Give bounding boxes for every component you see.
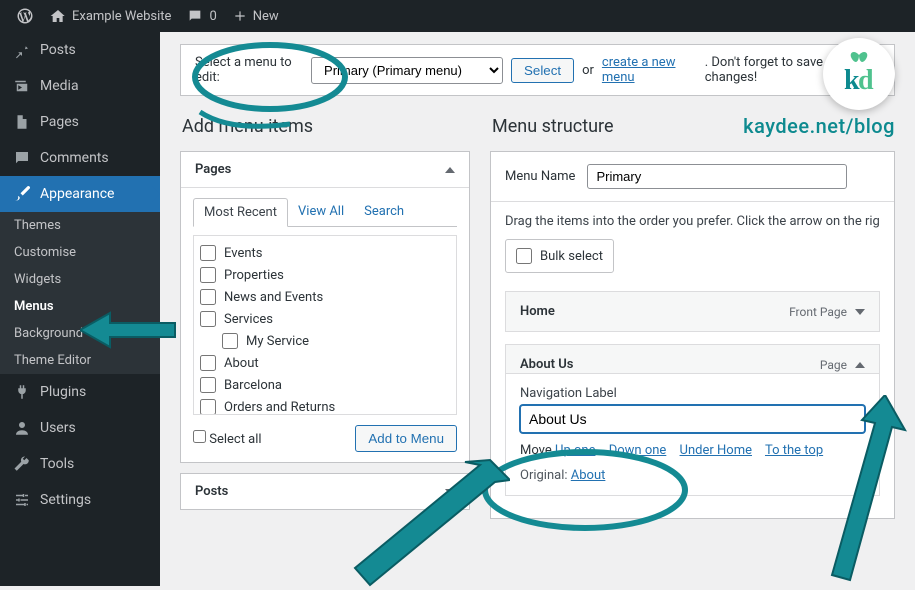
sidebar-label: Appearance: [40, 186, 114, 202]
tab-view-all[interactable]: View All: [288, 198, 354, 226]
page-checkbox-row[interactable]: My Service: [198, 330, 452, 352]
page-checkbox-row[interactable]: Barcelona: [198, 374, 452, 396]
comments-count: 0: [209, 9, 216, 24]
kd-logo-badge: k d: [823, 38, 895, 110]
chevron-up-icon: [445, 167, 455, 173]
sidebar-label: Comments: [40, 150, 109, 166]
menu-item-home[interactable]: Home Front Page: [505, 291, 880, 332]
wordpress-icon: [16, 7, 34, 25]
page-checkbox[interactable]: [200, 267, 216, 283]
pages-panel-toggle[interactable]: Pages: [181, 152, 469, 188]
brush-icon: [12, 184, 32, 204]
bulk-select-row[interactable]: Bulk select: [505, 239, 614, 273]
pages-checklist[interactable]: Events Properties News and Events Servic…: [193, 235, 457, 415]
sidebar-item-posts[interactable]: Posts: [0, 32, 160, 68]
svg-text:d: d: [858, 65, 874, 96]
new-content-link[interactable]: New: [225, 0, 287, 32]
sidebar-item-tools[interactable]: Tools: [0, 446, 160, 482]
user-icon: [12, 418, 32, 438]
sidebar-sub-widgets[interactable]: Widgets: [0, 266, 160, 293]
site-home-link[interactable]: Example Website: [42, 0, 179, 32]
site-name: Example Website: [72, 9, 171, 24]
page-checkbox[interactable]: [200, 311, 216, 327]
wp-logo[interactable]: [8, 0, 42, 32]
bulk-select-label: Bulk select: [540, 249, 603, 264]
sidebar-label: Settings: [40, 492, 91, 508]
menu-name-input[interactable]: [587, 164, 847, 189]
watermark: k d kaydee.net/blog: [743, 38, 895, 138]
page-checkbox-row[interactable]: News and Events: [198, 286, 452, 308]
select-button[interactable]: Select: [511, 58, 574, 83]
sidebar-item-settings[interactable]: Settings: [0, 482, 160, 518]
sidebar-sub-themes[interactable]: Themes: [0, 212, 160, 239]
sidebar-sub-customise[interactable]: Customise: [0, 239, 160, 266]
annotation-arrow-menus: [80, 305, 180, 355]
sliders-icon: [12, 490, 32, 510]
new-label: New: [253, 9, 279, 24]
page-checkbox[interactable]: [200, 377, 216, 393]
annotation-circle-select: [170, 32, 360, 142]
page-checkbox[interactable]: [200, 245, 216, 261]
comment-icon: [12, 148, 32, 168]
pages-tabs: Most Recent View All Search: [193, 198, 457, 227]
sidebar-item-media[interactable]: Media: [0, 68, 160, 104]
menu-name-label: Menu Name: [505, 169, 575, 184]
page-checkbox-row[interactable]: Services: [198, 308, 452, 330]
or-text: or: [582, 63, 594, 78]
annotation-arrow-navlabel: [310, 450, 510, 590]
home-icon: [50, 8, 66, 24]
sidebar-label: Posts: [40, 42, 76, 58]
drag-instructions: Drag the items into the order you prefer…: [505, 214, 880, 229]
page-checkbox[interactable]: [200, 289, 216, 305]
page-checkbox-row[interactable]: Events: [198, 242, 452, 264]
sidebar-label: Plugins: [40, 384, 86, 400]
page-checkbox-row[interactable]: Orders and Returns: [198, 396, 452, 415]
sidebar-item-users[interactable]: Users: [0, 410, 160, 446]
page-checkbox-row[interactable]: Properties: [198, 264, 452, 286]
pin-icon: [12, 40, 32, 60]
menu-item-type: Front Page: [789, 305, 847, 319]
comments-link[interactable]: 0: [179, 0, 224, 32]
bulk-select-checkbox[interactable]: [516, 248, 532, 264]
select-all-checkbox[interactable]: [193, 430, 206, 443]
plug-icon: [12, 382, 32, 402]
comment-icon: [187, 8, 203, 24]
chevron-down-icon: [855, 309, 865, 315]
plus-icon: [233, 9, 247, 23]
page-checkbox[interactable]: [200, 355, 216, 371]
annotation-arrow-expand: [800, 395, 910, 585]
sidebar-label: Media: [40, 78, 79, 94]
sidebar-label: Tools: [40, 456, 74, 472]
watermark-url: kaydee.net/blog: [743, 114, 895, 138]
page-checkbox-row[interactable]: About: [198, 352, 452, 374]
kd-logo-icon: k d: [834, 49, 884, 99]
add-to-menu-button[interactable]: Add to Menu: [355, 425, 457, 452]
posts-panel-title: Posts: [195, 484, 228, 499]
sidebar-item-comments[interactable]: Comments: [0, 140, 160, 176]
media-icon: [12, 76, 32, 96]
admin-topbar: Example Website 0 New: [0, 0, 915, 32]
menu-item-title: Home: [520, 304, 555, 319]
page-checkbox[interactable]: [200, 399, 216, 415]
chevron-up-icon: [855, 362, 865, 368]
select-all-row[interactable]: Select all: [193, 430, 262, 447]
page-checkbox[interactable]: [222, 333, 238, 349]
pages-panel-title: Pages: [195, 162, 231, 177]
sidebar-label: Pages: [40, 114, 79, 130]
sidebar-item-pages[interactable]: Pages: [0, 104, 160, 140]
wrench-icon: [12, 454, 32, 474]
create-menu-link[interactable]: create a new menu: [602, 55, 697, 85]
menu-item-type: Page: [820, 358, 847, 372]
pages-panel: Pages Most Recent View All Search Events…: [180, 151, 470, 463]
sidebar-item-plugins[interactable]: Plugins: [0, 374, 160, 410]
tab-search[interactable]: Search: [354, 198, 414, 226]
sidebar-item-appearance[interactable]: Appearance: [0, 176, 160, 212]
tab-most-recent[interactable]: Most Recent: [193, 198, 288, 227]
pages-icon: [12, 112, 32, 132]
sidebar-label: Users: [40, 420, 76, 436]
menu-item-title: About Us: [520, 357, 573, 372]
